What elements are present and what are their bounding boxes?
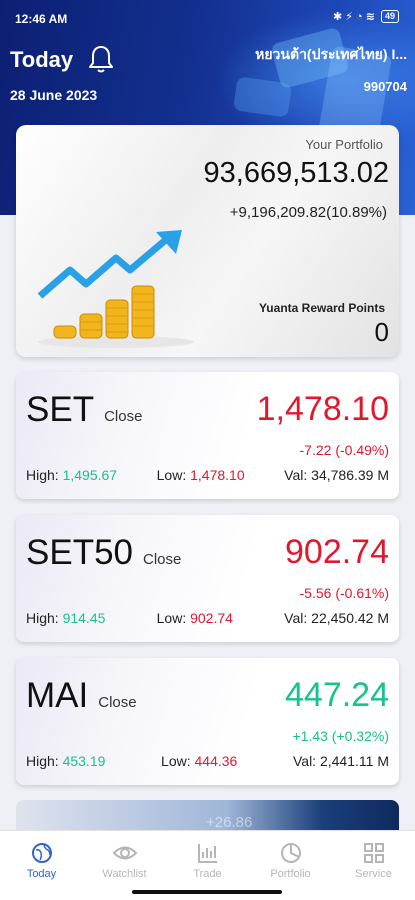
val-label: Val: (292, 753, 317, 769)
high-label: High: (26, 467, 59, 483)
status-icons: ✱ ⚡ ◔ ≋ 49 (333, 10, 399, 23)
account-name[interactable]: หยวนต้า(ประเทศไทย) I... (255, 44, 407, 66)
tab-label: Service (355, 868, 392, 880)
high-value: 453.19 (62, 753, 106, 769)
index-change: +1.43 (+0.32%) (292, 728, 389, 744)
tab-label: Today (26, 868, 57, 880)
reward-points-value: 0 (374, 317, 389, 347)
index-value: 1,478.10 (256, 390, 389, 428)
grid-icon (363, 843, 384, 863)
globe-icon (31, 843, 52, 863)
val-value: 2,441.11 M (319, 753, 389, 769)
val-label: Val: (284, 610, 308, 626)
low-value: 902.74 (190, 610, 233, 626)
high-label: High: (26, 610, 59, 626)
portfolio-card[interactable]: Your Portfolio 93,669,513.02 +9,196,209.… (16, 125, 399, 357)
status-icon-group: ✱ ⚡ ◔ ≋ (333, 11, 375, 23)
index-card-set[interactable]: SET Close 1,478.10 -7.22 (-0.49%) High: 1… (16, 372, 399, 499)
market-status: Close (143, 551, 182, 568)
index-value: 902.74 (285, 533, 389, 571)
index-card-set50[interactable]: SET50 Close 902.74 -5.56 (-0.61%) High: 9… (16, 515, 399, 642)
growth-chart-icon (37, 230, 194, 348)
low-label: Low: (156, 610, 187, 626)
bell-icon[interactable] (88, 44, 114, 79)
chart-icon (197, 844, 217, 863)
portfolio-label: Your Portfolio (305, 137, 383, 152)
high-value: 914.45 (62, 610, 106, 626)
tab-label: Portfolio (270, 868, 311, 880)
tab-service[interactable]: Service (332, 831, 415, 900)
low-label: Low: (156, 467, 187, 483)
portfolio-value: 93,669,513.02 (203, 157, 389, 189)
low-value: 444.36 (194, 753, 238, 769)
tab-today[interactable]: Today (0, 831, 83, 900)
market-status: Close (98, 694, 137, 711)
home-indicator[interactable] (132, 890, 282, 894)
banner-text: +26.86 (206, 814, 253, 831)
current-date: 28 June 2023 (10, 87, 98, 103)
high-label: High: (26, 753, 59, 769)
low-value: 1,478.10 (190, 467, 245, 483)
reward-points-label: Yuanta Reward Points (258, 301, 385, 315)
low-label: Low: (161, 753, 191, 769)
account-number: 990704 (363, 79, 407, 94)
tab-label: Trade (193, 868, 222, 880)
index-name: SET50 (26, 533, 133, 572)
status-bar: 12:46 AM ✱ ⚡ ◔ ≋ 49 (0, 0, 415, 36)
index-change: -7.22 (-0.49%) (299, 442, 389, 458)
battery-icon: 49 (380, 10, 399, 23)
pie-icon (280, 843, 301, 863)
page-title: Today (10, 47, 74, 72)
index-card-mai[interactable]: MAI Close 447.24 +1.43 (+0.32%) High: 453… (16, 658, 399, 785)
market-status: Close (104, 408, 143, 425)
high-value: 1,495.67 (62, 467, 118, 483)
index-value: 447.24 (285, 676, 389, 714)
eye-icon (112, 846, 137, 860)
val-value: 34,786.39 M (311, 467, 389, 483)
portfolio-change: +9,196,209.82(10.89%) (229, 204, 387, 221)
tab-label: Watchlist (102, 868, 147, 880)
index-change: -5.56 (-0.61%) (299, 585, 389, 601)
status-time: 12:46 AM (15, 12, 68, 26)
index-name: SET (26, 390, 95, 429)
val-value: 22,450.42 M (311, 610, 389, 626)
val-label: Val: (284, 467, 308, 483)
index-name: MAI (26, 676, 89, 715)
